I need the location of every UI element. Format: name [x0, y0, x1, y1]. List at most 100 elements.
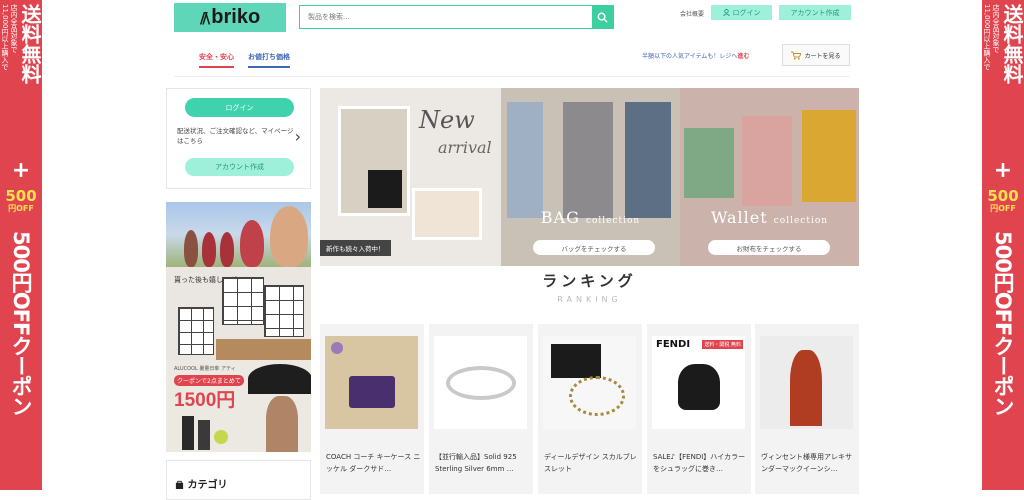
- category-box: カテゴリ: [166, 460, 311, 500]
- gift-bag-image: [264, 285, 304, 337]
- wood-table-image: [216, 339, 311, 360]
- product-card[interactable]: ヴィンセント様専用アレキサンダーマックイーンシ…: [755, 324, 859, 494]
- bag-model-image: [625, 102, 671, 218]
- brand-label: FENDI: [656, 339, 691, 350]
- cart-button[interactable]: カートを見る: [782, 44, 850, 66]
- logo-mark-icon: //\: [199, 8, 211, 27]
- handbag-image: [368, 170, 402, 208]
- wallet-photo: [684, 128, 734, 198]
- product-card[interactable]: COACH コーチ キーケース ニッケル ダークサド…: [320, 324, 424, 494]
- wallet-title-text: Wallet: [710, 208, 768, 227]
- product-name: ディールデザイン スカルブレスレット: [544, 453, 637, 473]
- product-card[interactable]: FENDI 送料・関税 無料 SALE♪【FENDI】ハイカラーをシュラッグに巻…: [647, 324, 751, 494]
- sidebar-login-button[interactable]: ログイン: [185, 98, 294, 117]
- key-case-image: [349, 376, 395, 408]
- color-dot-image: [214, 430, 228, 444]
- parasol-image: [248, 364, 311, 394]
- hat-model-image: [184, 230, 198, 267]
- product-card[interactable]: ディールデザイン スカルブレスレット: [538, 324, 642, 494]
- shipping-condition-2: 11,000円以上購入で: [1, 4, 9, 71]
- cart-icon: [791, 51, 802, 60]
- search-bar: [299, 5, 614, 29]
- folded-parasol-image: [182, 416, 194, 450]
- mypage-link[interactable]: 配送状況、ご注文確認など、マイページはこちら: [177, 126, 295, 146]
- ranking-subtitle: RANKING: [557, 295, 622, 304]
- hat-model-image: [240, 220, 264, 267]
- free-shipping-text: 送料無料: [1000, 4, 1024, 84]
- search-button[interactable]: [592, 6, 613, 28]
- header-login-button[interactable]: ログイン: [711, 5, 772, 20]
- sidebar-ad-hats[interactable]: [166, 202, 311, 267]
- product-name: 【並行輸入品】Solid 925 Sterling Silver 6mm …: [435, 453, 517, 473]
- hero-banner: New arrival 新作も続々入荷中！ BAG collection バッグ…: [320, 88, 859, 266]
- gift-bag-image: [222, 277, 264, 325]
- user-icon: [722, 9, 730, 16]
- header-account-button[interactable]: アカウント作成: [779, 5, 851, 20]
- promo-emphasis: 進む: [737, 53, 750, 60]
- member-box: ログイン 配送状況、ご注文確認など、マイページはこちら › アカウント作成: [166, 88, 311, 189]
- bag-collection-panel[interactable]: BAG collection バッグをチェックする: [501, 88, 680, 266]
- parasol-ad-brand: ALUCOOL 暑量日傘 アティ: [174, 366, 236, 372]
- tab-price[interactable]: お値打ち価格: [248, 52, 290, 68]
- plus-sign: +: [11, 158, 31, 183]
- wallet-title-small: collection: [773, 216, 829, 226]
- gift-bag-image: [178, 307, 214, 355]
- product-card[interactable]: 【並行輸入品】Solid 925 Sterling Silver 6mm …: [429, 324, 533, 494]
- bracelet-image: [569, 376, 625, 416]
- sidebar-ad-parasol[interactable]: ALUCOOL 暑量日傘 アティ クーポンで2点まとめて 1500円: [166, 360, 311, 452]
- new-arrival-tag: 新作も続々入荷中！: [320, 240, 391, 256]
- shipping-condition-1: 店内全品対象で: [992, 4, 1000, 53]
- shipping-condition-2: 11,000円以上購入で: [983, 4, 991, 71]
- plus-sign: +: [993, 158, 1013, 183]
- bag-title-text: BAG: [540, 208, 580, 227]
- right-coupon-banner[interactable]: 送料無料 店内全品対象で 11,000円以上購入で + 500 円OFF 500…: [982, 0, 1024, 490]
- left-coupon-banner[interactable]: 送料無料 店内全品対象で 11,000円以上購入で + 500 円OFF 500…: [0, 0, 42, 490]
- shipping-condition-1: 店内全品対象で: [10, 4, 18, 53]
- header-login-label: ログイン: [732, 8, 761, 17]
- shrug-image: [678, 364, 720, 410]
- sidebar-account-button[interactable]: アカウント作成: [185, 158, 294, 176]
- jewelry-box-image: [551, 344, 601, 378]
- bag-collection-title: BAG collection: [501, 208, 680, 227]
- header-divider: [174, 76, 850, 77]
- sidebar-ad-gift-bags[interactable]: 貰った後も嬉しいギフト。: [166, 267, 311, 360]
- product-image: [760, 336, 853, 429]
- new-arrival-subtitle: arrival: [438, 138, 492, 157]
- category-heading: カテゴリ: [175, 476, 227, 491]
- wallet-collection-panel[interactable]: Wallet collection お財布をチェックする: [680, 88, 859, 266]
- coupon-text: 500円OFFクーポン: [991, 231, 1015, 416]
- bag-model-image: [507, 102, 543, 218]
- off-amount: 500: [987, 187, 1019, 205]
- bag-model-image: [563, 102, 613, 218]
- product-image: FENDI 送料・関税 無料: [652, 336, 745, 429]
- folded-parasol-image: [198, 420, 210, 450]
- logo-text: briko: [211, 6, 261, 28]
- coupon-text: 500円OFFクーポン: [9, 231, 33, 416]
- product-name: COACH コーチ キーケース ニッケル ダークサド…: [326, 453, 421, 473]
- company-link[interactable]: 会社概要: [680, 9, 704, 18]
- hat-model-image: [220, 232, 234, 267]
- search-input[interactable]: [300, 6, 592, 28]
- promo-text: 半額以下の人気アイテムも！レジへ: [642, 53, 738, 60]
- new-arrival-panel[interactable]: New arrival 新作も続々入荷中！: [320, 88, 501, 266]
- scarf-image: [790, 350, 822, 426]
- chevron-right-icon[interactable]: ›: [295, 127, 301, 146]
- parasol-ad-price: 1500円: [174, 390, 236, 411]
- cart-label: カートを見る: [804, 52, 841, 60]
- new-arrival-title: New: [419, 106, 475, 134]
- wallet-photo: [742, 116, 792, 206]
- product-name: SALE♪【FENDI】ハイカラーをシュラッグに巻き…: [653, 453, 746, 473]
- promo-message[interactable]: 半額以下の人気アイテムも！レジへ進む: [642, 51, 749, 60]
- tab-safety[interactable]: 安全・安心: [199, 52, 234, 68]
- bag-icon: [175, 480, 184, 489]
- hat-model-image: [202, 232, 216, 267]
- flower-image: [331, 342, 343, 354]
- site-logo[interactable]: //\ briko: [174, 3, 286, 32]
- bag-check-button[interactable]: バッグをチェックする: [533, 240, 655, 255]
- category-label: カテゴリ: [187, 480, 228, 491]
- wallet-photo: [802, 110, 856, 202]
- product-image: [543, 336, 636, 429]
- portrait-image: [270, 206, 308, 267]
- product-image: [325, 336, 418, 429]
- wallet-check-button[interactable]: お財布をチェックする: [708, 240, 830, 255]
